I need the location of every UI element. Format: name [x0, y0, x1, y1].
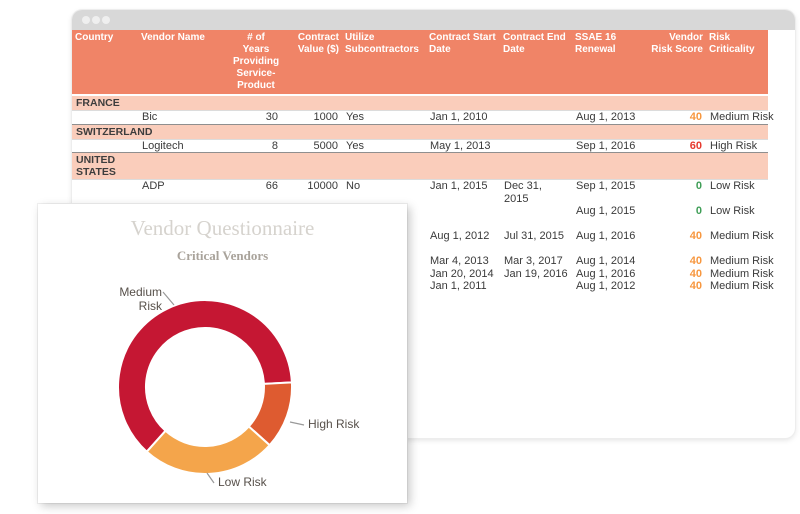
cell-score: 40: [648, 255, 706, 268]
cell-score: 0: [648, 205, 706, 230]
cell-ssae: Aug 1, 2015: [572, 205, 648, 230]
cell-subcontractors: Yes: [342, 139, 426, 153]
chart-subtitle: Critical Vendors: [38, 248, 407, 264]
column-header-contract-end-date[interactable]: Contract End Date: [500, 30, 572, 95]
cell-value: 5000: [282, 139, 342, 153]
column-header-ssae-16-renewal[interactable]: SSAE 16 Renewal: [572, 30, 648, 95]
window-control-dot-icon[interactable]: [82, 16, 90, 24]
cell-years: 8: [230, 139, 282, 153]
cell-vendor: ADP: [138, 180, 230, 206]
cell-score: 40: [648, 280, 706, 293]
table-header-row: CountryVendor Name# of Years Providing S…: [72, 30, 768, 95]
cell-end: [500, 280, 572, 293]
country-group-row[interactable]: FRANCE: [72, 95, 768, 111]
column-header-contract-value[interactable]: Contract Value ($): [282, 30, 342, 95]
table-row[interactable]: Bic301000YesJan 1, 2010 Aug 1, 2013 40 Medi…: [72, 111, 768, 125]
cell-criticality: Medium Risk: [706, 280, 768, 293]
cell-value: 10000: [282, 180, 342, 206]
cell-end: Mar 3, 2017: [500, 255, 572, 268]
high-risk-callout-line: [290, 422, 304, 425]
cell-ssae: Aug 1, 2016: [572, 230, 648, 255]
cell-years: 66: [230, 180, 282, 206]
column-header-of-years-providing-service-product[interactable]: # of Years Providing Service-Product: [230, 30, 282, 95]
risk-score-value: 40: [690, 268, 702, 280]
column-header-utilize-subcontractors[interactable]: Utilize Subcontractors: [342, 30, 426, 95]
cell-ssae: Aug 1, 2014: [572, 255, 648, 268]
cell-vendor: Logitech: [138, 139, 230, 153]
column-header-vendor-risk-score[interactable]: Vendor Risk Score: [648, 30, 706, 95]
cell-criticality: Medium Risk: [706, 230, 768, 255]
risk-score-value: 40: [690, 280, 702, 292]
risk-score-value: 40: [690, 255, 702, 267]
table-row[interactable]: Logitech85000YesMay 1, 2013 Sep 1, 2016 60…: [72, 139, 768, 153]
cell-criticality: High Risk: [706, 139, 768, 153]
cell-criticality: Medium Risk: [706, 111, 768, 125]
medium-risk-callout-line: [163, 292, 174, 305]
column-header-contract-start-date[interactable]: Contract Start Date: [426, 30, 500, 95]
column-header-country[interactable]: Country: [72, 30, 138, 95]
cell-end: [500, 111, 572, 125]
low-risk-segment[interactable]: [147, 427, 270, 475]
cell-end: [500, 139, 572, 153]
table-row[interactable]: ADP6610000NoJan 1, 2015Dec 31, 2015Sep 1…: [72, 180, 768, 206]
cell-end: [500, 205, 572, 230]
cell-years: 30: [230, 111, 282, 125]
cell-ssae: Aug 1, 2013: [572, 111, 648, 125]
risk-score-value: 0: [696, 205, 702, 217]
cell-vendor: Bic: [138, 111, 230, 125]
cell-start: Jan 1, 2011: [426, 280, 500, 293]
cell-score: 60: [648, 139, 706, 153]
country-group-label: UNITED STATES: [76, 154, 134, 178]
cell-start: May 1, 2013: [426, 139, 500, 153]
column-header-vendor-name[interactable]: Vendor Name: [138, 30, 230, 95]
risk-score-value: 40: [690, 230, 702, 242]
cell-start: Aug 1, 2012: [426, 230, 500, 255]
window-control-dot-icon[interactable]: [92, 16, 100, 24]
cell-end: Jul 31, 2015: [500, 230, 572, 255]
chart-label-low-risk: Low Risk: [218, 475, 267, 489]
cell-country: [72, 139, 138, 153]
window-control-dot-icon[interactable]: [102, 16, 110, 24]
column-header-risk-criticality[interactable]: Risk Criticality: [706, 30, 768, 95]
chart-label-high-risk: High Risk: [308, 417, 359, 431]
cell-criticality: Medium Risk: [706, 255, 768, 268]
cell-ssae: Sep 1, 2016: [572, 139, 648, 153]
risk-score-value: 0: [696, 180, 702, 192]
risk-score-value: 40: [690, 111, 702, 123]
cell-score: 40: [648, 111, 706, 125]
cell-country: [72, 180, 138, 206]
chart-label-medium-risk: Medium Risk: [94, 285, 162, 313]
cell-subcontractors: Yes: [342, 111, 426, 125]
cell-start: Jan 1, 2015: [426, 180, 500, 206]
cell-score: 0: [648, 180, 706, 206]
cell-country: [72, 111, 138, 125]
cell-ssae: Aug 1, 2012: [572, 280, 648, 293]
cell-end: Dec 31, 2015: [500, 180, 572, 206]
cell-score: 40: [648, 230, 706, 255]
cell-start: Jan 1, 2010: [426, 111, 500, 125]
cell-criticality: Medium Risk: [706, 268, 768, 281]
cell-criticality: Low Risk: [706, 205, 768, 230]
country-group-label: SWITZERLAND: [76, 126, 134, 138]
window-titlebar: [72, 10, 795, 30]
country-group-row[interactable]: UNITED STATES: [72, 153, 768, 180]
risk-score-value: 60: [690, 140, 702, 152]
cell-value: 1000: [282, 111, 342, 125]
country-group-label: FRANCE: [76, 97, 134, 109]
cell-subcontractors: No: [342, 180, 426, 206]
cell-ssae: Aug 1, 2016: [572, 268, 648, 281]
country-group-row[interactable]: SWITZERLAND: [72, 124, 768, 139]
cell-start: [426, 205, 500, 230]
cell-start: Mar 4, 2013: [426, 255, 500, 268]
cell-score: 40: [648, 268, 706, 281]
cell-end: Jan 19, 2016: [500, 268, 572, 281]
cell-criticality: Low Risk: [706, 180, 768, 206]
cell-start: Jan 20, 2014: [426, 268, 500, 281]
chart-title: Vendor Questionnaire: [38, 216, 407, 241]
cell-ssae: Sep 1, 2015: [572, 180, 648, 206]
vendor-questionnaire-card: Vendor Questionnaire Critical Vendors Me…: [38, 204, 407, 503]
